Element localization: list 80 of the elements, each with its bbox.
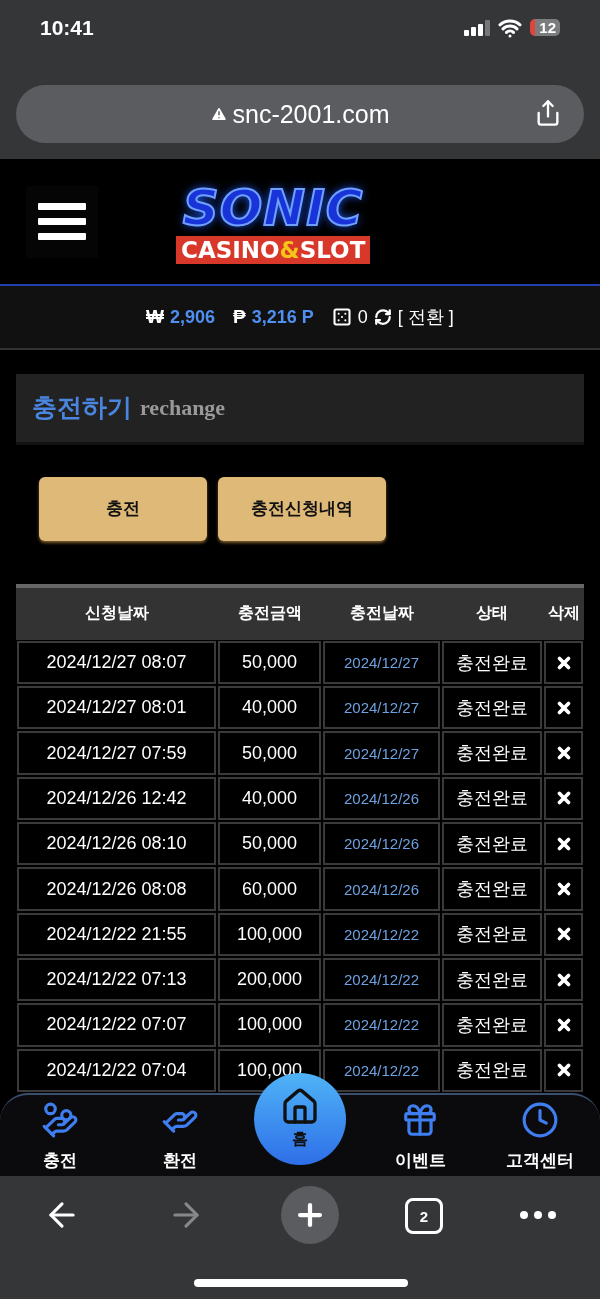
table-cell: 2024/12/22 (323, 912, 440, 956)
battery-level: 12 (530, 19, 560, 37)
logo-title: SONIC (182, 179, 364, 236)
status-time: 10:41 (40, 15, 94, 40)
table-cell: 60,000 (218, 867, 321, 911)
table-cell: 2024/12/27 (323, 731, 440, 775)
table-cell: 충전완료 (442, 1048, 542, 1092)
delete-button[interactable] (544, 731, 583, 775)
section-subtitle: rechange (140, 394, 226, 421)
table-cell: 2024/12/26 (323, 867, 440, 911)
table-cell: 50,000 (218, 640, 321, 685)
table-cell: 50,000 (218, 822, 321, 866)
address-bar[interactable]: snc-2001.com (16, 85, 584, 144)
table-cell: 충전완료 (442, 1003, 542, 1047)
delete-button[interactable] (544, 912, 583, 956)
column-header: 상태 (475, 603, 509, 625)
table-cell: 40,000 (218, 686, 321, 730)
table-cell: 40,000 (218, 776, 321, 821)
table-cell: 2024/12/27 07:59 (17, 731, 216, 775)
table-cell: 2024/12/22 (323, 957, 440, 1002)
delete-button[interactable] (544, 867, 583, 911)
table-cell: 2024/12/27 (323, 640, 440, 685)
point-balance: 3,216 P (251, 306, 314, 328)
dice-icon (331, 307, 352, 328)
table-cell: 충전완료 (442, 640, 542, 685)
delete-button[interactable] (544, 957, 583, 1002)
delete-button[interactable] (544, 822, 583, 866)
table-cell: 2024/12/27 08:01 (17, 686, 216, 730)
column-header: 충전날짜 (348, 603, 415, 625)
table-cell: 2024/12/27 (323, 686, 440, 730)
delete-button[interactable] (544, 776, 583, 821)
table-cell: 50,000 (218, 731, 321, 775)
nav-tab[interactable]: 환전 (120, 1094, 240, 1177)
table-cell: 2024/12/22 21:55 (17, 912, 216, 956)
table-cell: 2024/12/22 07:07 (17, 1003, 216, 1047)
deposit-button[interactable]: 충전 (39, 476, 207, 541)
table-cell: 충전완료 (442, 686, 542, 730)
nav-tab[interactable]: 충전 (0, 1094, 120, 1177)
table-cell: 2024/12/22 07:13 (17, 957, 216, 1002)
table-cell: 충전완료 (442, 776, 542, 821)
signal-icon (464, 19, 491, 36)
refresh-icon[interactable] (373, 308, 392, 327)
hand-coins-icon (41, 1100, 79, 1139)
nav-tab[interactable]: 이벤트 (360, 1094, 480, 1177)
table-cell: 100,000 (218, 912, 321, 956)
clock-icon (521, 1100, 559, 1139)
won-symbol: ₩ (146, 306, 165, 329)
section-title: 충전하기 (32, 392, 132, 425)
table-cell: 2024/12/22 07:04 (17, 1048, 216, 1092)
table-cell: 2024/12/26 08:10 (17, 822, 216, 866)
history-button[interactable]: 충전신청내역 (218, 476, 386, 541)
delete-button[interactable] (544, 1003, 583, 1047)
table-cell: 2024/12/26 12:42 (17, 776, 216, 821)
delete-button[interactable] (544, 640, 583, 685)
logo-subtitle: CASINO&SLOT (176, 235, 371, 264)
table-cell: 2024/12/26 (323, 776, 440, 821)
table-cell: 충전완료 (442, 957, 542, 1002)
chip-count: 0 (357, 306, 368, 328)
table-cell: 충전완료 (442, 912, 542, 956)
money-balance: 2,906 (170, 306, 216, 328)
convert-link[interactable]: [ 전환 ] (397, 305, 454, 330)
column-header: 삭제 (546, 603, 581, 625)
table-cell: 2024/12/27 08:07 (17, 640, 216, 685)
nav-tab[interactable]: 고객센터 (480, 1094, 600, 1177)
table-cell: 2024/12/26 (323, 822, 440, 866)
table-cell: 2024/12/22 (323, 1003, 440, 1047)
table-cell: 충전완료 (442, 822, 542, 866)
table-cell: 200,000 (218, 957, 321, 1002)
table-cell: 100,000 (218, 1003, 321, 1047)
table-cell: 충전완료 (442, 867, 542, 911)
column-header: 충전금액 (236, 603, 303, 625)
tabs-button[interactable]: 2 (405, 1198, 443, 1235)
table-cell: 충전완료 (442, 731, 542, 775)
peso-symbol: ₱ (233, 306, 246, 329)
column-header: 신청날짜 (83, 603, 150, 625)
table-cell: 2024/12/26 08:08 (17, 867, 216, 911)
more-icon (520, 1211, 556, 1220)
menu-button[interactable] (26, 185, 98, 258)
delete-button[interactable] (544, 686, 583, 730)
delete-button[interactable] (544, 1048, 583, 1092)
